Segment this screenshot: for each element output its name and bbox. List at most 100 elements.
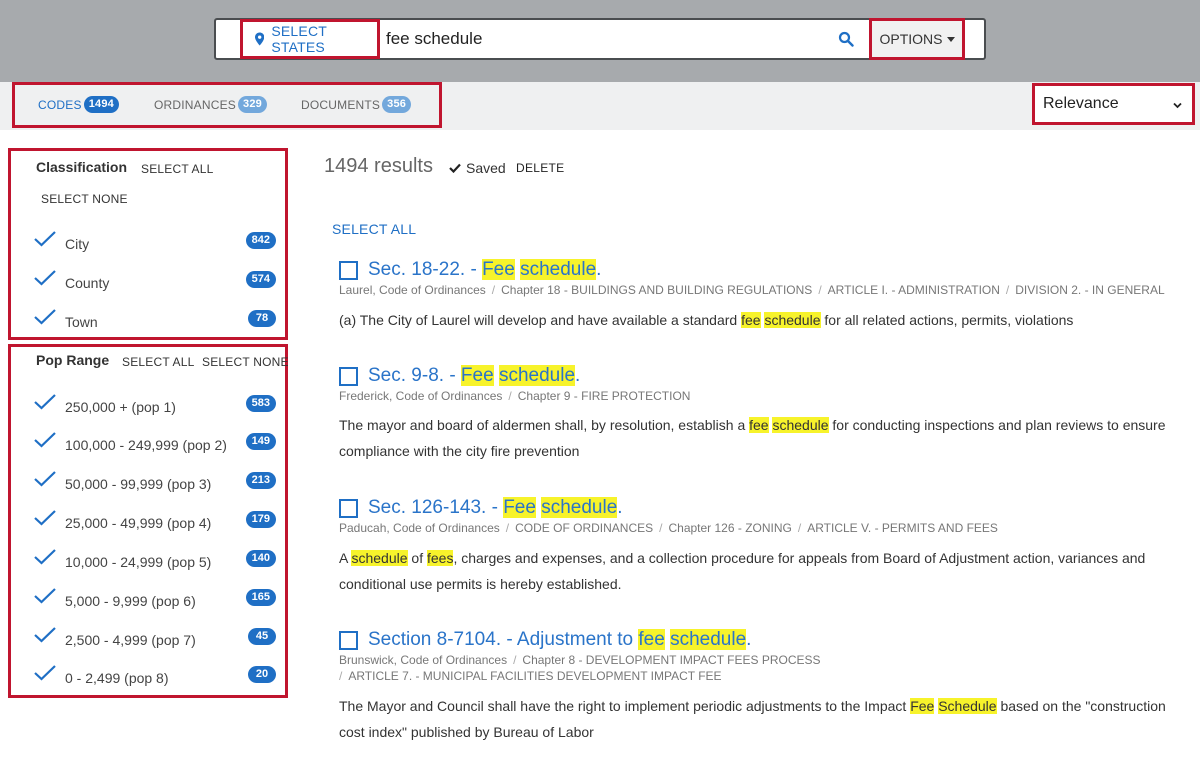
title-text: Sec. 126-143. - [368, 497, 504, 518]
result-snippet: The Mayor and Council shall have the rig… [339, 693, 1169, 745]
result-item: Section 8-7104. - Adjustment to fee sche… [339, 629, 1179, 749]
tab-codes[interactable]: CODES 1494 [38, 96, 119, 113]
search-input[interactable] [386, 22, 826, 56]
result-title-link[interactable]: Sec. 9-8. - Fee schedule. [368, 365, 580, 387]
breadcrumb-item[interactable]: Frederick, Code of Ordinances [339, 389, 502, 403]
highlight: Fee [460, 365, 494, 386]
pop-range-item[interactable]: 50,000 - 99,999 (pop 3) 213 [34, 471, 276, 493]
result-snippet: (a) The City of Laurel will develop and … [339, 307, 1169, 333]
tab-documents[interactable]: DOCUMENTS 356 [301, 96, 412, 113]
breadcrumb-item[interactable]: Laurel, Code of Ordinances [339, 283, 486, 297]
title-text: . [575, 365, 581, 386]
pop-range-item[interactable]: 5,000 - 9,999 (pop 6) 165 [34, 588, 276, 610]
breadcrumb: Frederick, Code of Ordinances / Chapter 9 … [339, 389, 691, 403]
classification-item-county[interactable]: County 574 [34, 270, 276, 292]
checkmark-icon [34, 270, 56, 286]
classification-item-town[interactable]: Town 78 [34, 309, 276, 331]
title-text: . [596, 259, 602, 280]
breadcrumb-item[interactable]: Paducah, Code of Ordinances [339, 521, 500, 535]
pop-range-item[interactable]: 10,000 - 24,999 (pop 5) 140 [34, 549, 276, 571]
facet-item-label: 10,000 - 24,999 (pop 5) [65, 554, 212, 570]
facet-item-label: County [65, 275, 110, 291]
options-label: OPTIONS [879, 31, 943, 47]
result-title-link[interactable]: Sec. 18-22. - Fee schedule. [368, 259, 601, 281]
result-item: Sec. 18-22. - Fee schedule. Laurel, Code… [339, 259, 1179, 339]
saved-label: Saved [466, 160, 506, 176]
result-snippet: The mayor and board of aldermen shall, b… [339, 412, 1169, 464]
highlight: Fee [482, 259, 515, 280]
result-item: Sec. 9-8. - Fee schedule. Frederick, Cod… [339, 365, 1179, 465]
highlight: schedule [670, 629, 747, 650]
classification-item-city[interactable]: City 842 [34, 231, 276, 253]
pop-range-item[interactable]: 25,000 - 49,999 (pop 4) 179 [34, 510, 276, 532]
count-badge: 213 [245, 472, 276, 489]
tab-ordinances[interactable]: ORDINANCES 329 [154, 96, 267, 113]
select-all-results-button[interactable]: SELECT ALL [332, 221, 416, 237]
snippet-text: The mayor and board of aldermen shall, b… [339, 417, 750, 433]
highlight: Schedule [938, 698, 997, 714]
breadcrumb-item[interactable]: DIVISION 2. - IN GENERAL [1015, 283, 1164, 297]
count-badge: 583 [245, 395, 276, 412]
pop-range-item[interactable]: 250,000 + (pop 1) 583 [34, 394, 276, 416]
result-title-link[interactable]: Section 8-7104. - Adjustment to fee sche… [368, 629, 751, 651]
pop-range-item[interactable]: 2,500 - 4,999 (pop 7) 45 [34, 627, 276, 649]
options-button[interactable]: OPTIONS [869, 18, 965, 60]
breadcrumb-item[interactable]: Chapter 18 - BUILDINGS AND BUILDING REGU… [501, 283, 812, 297]
pop-range-title: Pop Range [36, 352, 110, 368]
tab-label: CODES [38, 97, 82, 112]
highlight: fee [638, 629, 665, 650]
breadcrumb-item[interactable]: CODE OF ORDINANCES [515, 521, 653, 535]
pop-range-item[interactable]: 100,000 - 249,999 (pop 2) 149 [34, 432, 276, 454]
highlight: schedule [772, 417, 829, 433]
snippet-text: The Mayor and Council shall have the rig… [339, 698, 911, 714]
count-badge: 179 [245, 511, 276, 528]
highlight: schedule [520, 259, 597, 280]
facet-item-label: 0 - 2,499 (pop 8) [65, 670, 169, 686]
count-badge: 165 [245, 589, 276, 606]
pop-range-select-none[interactable]: SELECT NONE [202, 355, 289, 369]
result-checkbox[interactable] [339, 631, 358, 650]
result-snippet: A schedule of fees, charges and expenses… [339, 545, 1169, 597]
facet-item-label: 100,000 - 249,999 (pop 2) [65, 437, 227, 453]
breadcrumb: / ARTICLE 7. - MUNICIPAL FACILITIES DEVEL… [339, 669, 722, 683]
search-icon[interactable] [838, 31, 854, 47]
pop-range-item[interactable]: 0 - 2,499 (pop 8) 20 [34, 665, 276, 687]
select-states-button[interactable]: SELECT STATES [240, 19, 380, 59]
checkmark-icon [34, 309, 56, 325]
facet-item-label: 25,000 - 49,999 (pop 4) [65, 515, 212, 531]
classification-select-all[interactable]: SELECT ALL [141, 162, 214, 176]
breadcrumb-item[interactable]: ARTICLE V. - PERMITS AND FEES [807, 521, 998, 535]
snippet-text: for all related actions, permits, violat… [820, 312, 1074, 328]
result-title-link[interactable]: Sec. 126-143. - Fee schedule. [368, 497, 623, 519]
delete-button[interactable]: DELETE [516, 161, 564, 175]
highlight: fees [426, 550, 454, 566]
breadcrumb-item[interactable]: ARTICLE I. - ADMINISTRATION [828, 283, 1000, 297]
breadcrumb-item[interactable]: Chapter 126 - ZONING [668, 521, 791, 535]
highlight: schedule [541, 497, 618, 518]
breadcrumb-item[interactable]: Chapter 9 - FIRE PROTECTION [518, 389, 691, 403]
result-checkbox[interactable] [339, 499, 358, 518]
highlight: schedule [764, 312, 821, 328]
highlight: Fee [910, 698, 935, 714]
saved-indicator[interactable]: Saved [449, 160, 506, 176]
count-badge: 78 [248, 310, 276, 327]
sort-select[interactable]: Relevance [1032, 83, 1195, 125]
breadcrumb-item[interactable]: Brunswick, Code of Ordinances [339, 653, 507, 667]
tab-label: DOCUMENTS [301, 97, 381, 112]
checkmark-icon [34, 549, 56, 565]
checkmark-icon [449, 163, 461, 173]
breadcrumb-item[interactable]: Chapter 8 - DEVELOPMENT IMPACT FEES PROC… [522, 653, 820, 667]
breadcrumb-item[interactable]: ARTICLE 7. - MUNICIPAL FACILITIES DEVELO… [348, 669, 721, 683]
result-checkbox[interactable] [339, 261, 358, 280]
pop-range-select-all[interactable]: SELECT ALL [122, 355, 195, 369]
title-text: Sec. 18-22. - [368, 259, 483, 280]
title-text: Section 8-7104. - Adjustment to [368, 629, 639, 650]
map-pin-icon [255, 32, 265, 46]
count-badge: 45 [248, 628, 276, 645]
classification-select-none[interactable]: SELECT NONE [41, 192, 128, 206]
facet-item-label: 5,000 - 9,999 (pop 6) [65, 593, 196, 609]
snippet-text: A [339, 550, 352, 566]
facet-item-label: 2,500 - 4,999 (pop 7) [65, 632, 196, 648]
result-checkbox[interactable] [339, 367, 358, 386]
checkmark-icon [34, 394, 56, 410]
